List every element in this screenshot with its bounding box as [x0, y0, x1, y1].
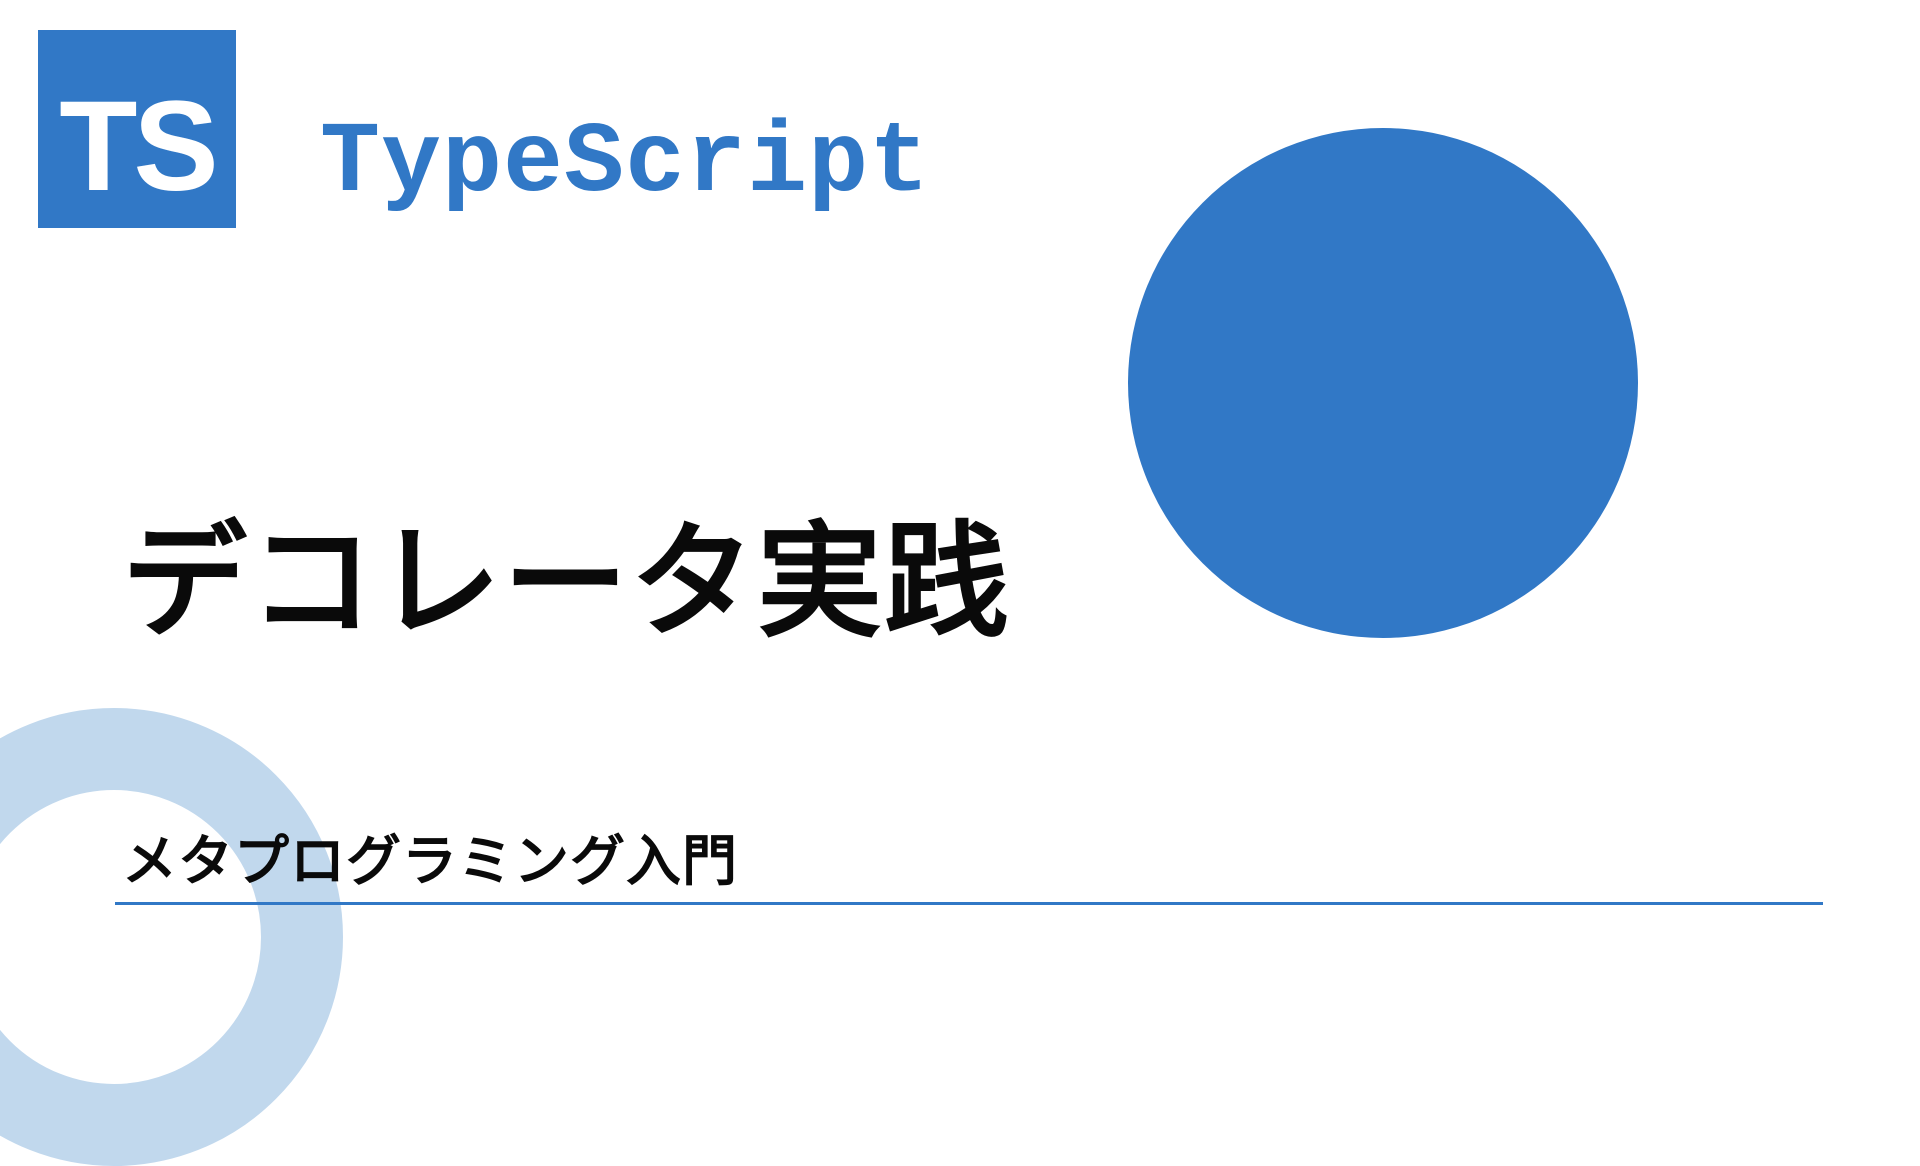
typescript-logo-text: TS — [59, 73, 215, 220]
decorative-ring — [0, 708, 343, 1166]
slide-subtitle: メタプログラミング入門 — [122, 816, 738, 896]
typescript-logo: TS — [38, 30, 236, 228]
slide-title: デコレータ実践 — [122, 480, 1011, 661]
divider-line — [115, 902, 1823, 905]
brand-name: TypeScript — [320, 108, 930, 221]
decorative-circle — [1128, 128, 1638, 638]
